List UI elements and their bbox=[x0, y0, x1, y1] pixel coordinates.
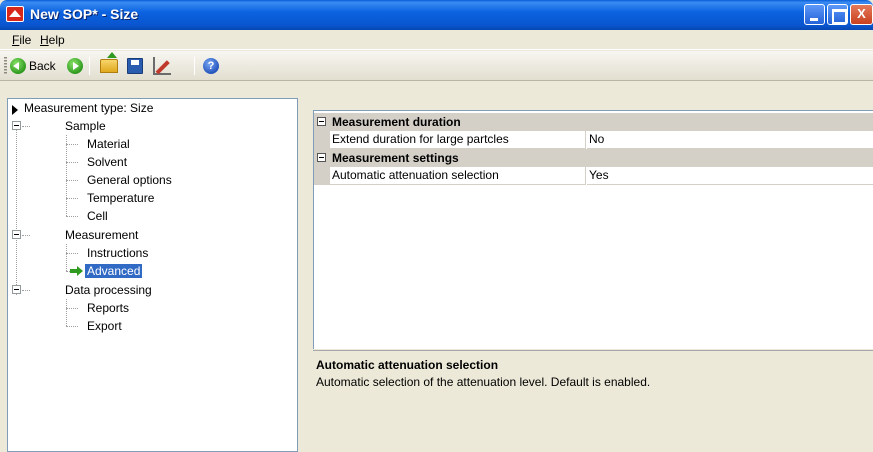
tree-item-export[interactable]: Export bbox=[87, 317, 122, 335]
tree-item-sample[interactable]: Sample bbox=[65, 117, 106, 135]
sop-tree[interactable]: Measurement type: Size Sample Material S… bbox=[7, 98, 298, 452]
tree-connector bbox=[66, 253, 78, 254]
property-margin bbox=[314, 167, 330, 185]
tree-item-reports[interactable]: Reports bbox=[87, 299, 129, 317]
tree-item-advanced-label: Advanced bbox=[85, 264, 143, 278]
minimize-button[interactable] bbox=[804, 4, 825, 25]
tree-connector bbox=[16, 125, 17, 295]
tree-connector bbox=[66, 144, 78, 145]
description-text: Automatic selection of the attenuation l… bbox=[316, 375, 651, 389]
save-icon[interactable] bbox=[127, 58, 143, 74]
tree-item-temperature[interactable]: Temperature bbox=[87, 189, 154, 207]
tree-connector bbox=[66, 180, 78, 181]
tree-item-solvent[interactable]: Solvent bbox=[87, 153, 127, 171]
tree-item-instructions[interactable]: Instructions bbox=[87, 244, 148, 262]
property-name: Extend duration for large partcles bbox=[330, 131, 586, 149]
right-triangle-icon bbox=[12, 105, 18, 115]
description-pane: Automatic attenuation selection Automati… bbox=[313, 350, 873, 420]
toolbar-grip[interactable] bbox=[4, 57, 7, 75]
description-title: Automatic attenuation selection bbox=[316, 358, 499, 372]
property-grid[interactable]: Measurement duration Extend duration for… bbox=[313, 110, 873, 349]
category-label: Measurement settings bbox=[332, 151, 459, 165]
tree-connector bbox=[66, 326, 78, 327]
tree-connector bbox=[22, 126, 30, 127]
open-folder-icon[interactable] bbox=[100, 52, 118, 73]
property-margin bbox=[314, 131, 330, 149]
menu-file[interactable]: File bbox=[12, 33, 31, 47]
help-icon[interactable]: ? bbox=[203, 58, 219, 74]
property-row-extend-duration[interactable]: Extend duration for large partcles No bbox=[314, 131, 873, 149]
back-label: Back bbox=[29, 59, 56, 73]
toolbar-separator bbox=[89, 57, 90, 75]
tree-item-data-processing[interactable]: Data processing bbox=[65, 281, 152, 299]
tree-item-measurement[interactable]: Measurement bbox=[65, 226, 138, 244]
app-icon[interactable] bbox=[6, 6, 24, 22]
forward-button[interactable] bbox=[67, 58, 83, 74]
category-measurement-settings[interactable]: Measurement settings bbox=[314, 149, 873, 167]
property-value-extend-duration[interactable]: No bbox=[587, 131, 873, 149]
collapse-icon[interactable] bbox=[12, 285, 21, 294]
title-bar[interactable]: New SOP* - Size X bbox=[0, 0, 873, 30]
toolbar-separator bbox=[194, 57, 195, 75]
back-arrow-icon bbox=[10, 58, 26, 74]
tree-root-label[interactable]: Measurement type: Size bbox=[24, 99, 153, 117]
tree-item-advanced[interactable]: Advanced bbox=[85, 262, 143, 280]
property-row-auto-attenuation[interactable]: Automatic attenuation selection Yes bbox=[314, 167, 873, 185]
property-value-auto-attenuation[interactable]: Yes bbox=[587, 167, 873, 185]
tree-connector bbox=[66, 308, 78, 309]
collapse-icon[interactable] bbox=[12, 121, 21, 130]
collapse-icon[interactable] bbox=[317, 117, 326, 126]
collapse-icon[interactable] bbox=[12, 230, 21, 239]
category-label: Measurement duration bbox=[332, 115, 461, 129]
tree-connector bbox=[66, 198, 78, 199]
menu-bar: File Help bbox=[0, 30, 873, 50]
tree-connector bbox=[66, 216, 78, 217]
window-title: New SOP* - Size bbox=[30, 6, 139, 22]
menu-help[interactable]: Help bbox=[40, 33, 65, 47]
close-button[interactable]: X bbox=[850, 4, 873, 25]
tree-item-cell[interactable]: Cell bbox=[87, 207, 108, 225]
property-name: Automatic attenuation selection bbox=[330, 167, 586, 185]
back-button[interactable]: Back bbox=[10, 56, 56, 76]
tree-item-material[interactable]: Material bbox=[87, 135, 130, 153]
tree-connector bbox=[22, 290, 30, 291]
tree-connector bbox=[66, 244, 67, 271]
tree-connector bbox=[66, 299, 67, 326]
edit-sop-icon[interactable] bbox=[153, 57, 171, 75]
toolbar: Back ? bbox=[0, 51, 873, 81]
collapse-icon[interactable] bbox=[317, 153, 326, 162]
tree-item-general-options[interactable]: General options bbox=[87, 171, 172, 189]
category-measurement-duration[interactable]: Measurement duration bbox=[314, 113, 873, 131]
tree-connector bbox=[66, 135, 67, 216]
maximize-button[interactable] bbox=[827, 4, 848, 25]
tree-connector bbox=[22, 235, 30, 236]
current-page-arrow-icon bbox=[70, 266, 84, 276]
tree-connector bbox=[66, 162, 78, 163]
